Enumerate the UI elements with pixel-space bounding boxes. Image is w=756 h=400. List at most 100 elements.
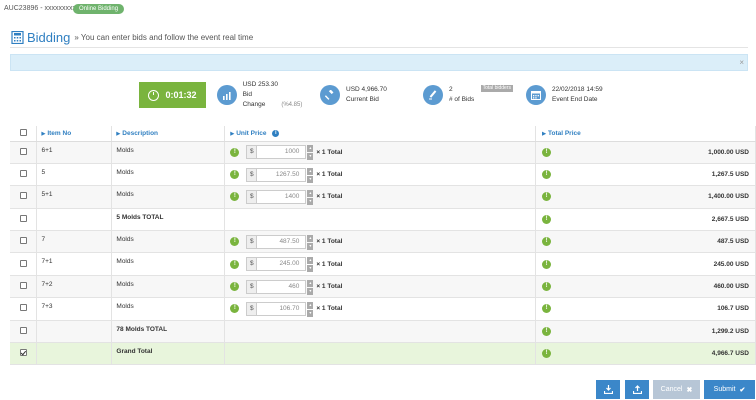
description: Molds xyxy=(111,297,226,321)
row-checkbox[interactable] xyxy=(19,147,27,155)
status-icon: ! xyxy=(230,192,240,202)
sort-icon: ▶ xyxy=(230,130,235,137)
col-total-price[interactable]: ▶ Total Price xyxy=(535,126,756,142)
select-all-cell xyxy=(10,126,38,142)
status-icon: ! xyxy=(542,170,552,180)
total-price: 1,267.5 USD xyxy=(711,171,749,179)
grand-total-row: Grand Total ! 4,966.7 USD xyxy=(10,342,756,366)
countdown-timer: 0:01:32 xyxy=(139,82,206,108)
row-checkbox[interactable] xyxy=(19,237,27,245)
sort-icon: ▶ xyxy=(116,130,121,137)
col-unit-price[interactable]: ▶ Unit Price i xyxy=(224,126,537,142)
page-title: Bidding » You can enter bids and follow … xyxy=(11,27,253,47)
description: Molds xyxy=(111,141,226,164)
currency-addon: $ xyxy=(246,234,258,249)
price-stepper[interactable]: ▲ ▼ xyxy=(307,145,314,161)
subtotal-row: 78 Molds TOTAL ! 1,299.2 USD xyxy=(10,320,756,344)
quantity-label: × 1 Total xyxy=(316,238,343,246)
calendar-icon xyxy=(526,85,546,105)
gavel-icon xyxy=(320,85,340,105)
quantity-label: × 1 Total xyxy=(316,148,343,156)
currency-addon: $ xyxy=(246,189,258,204)
page-title-text: Bidding xyxy=(27,29,71,45)
bid-change-label: Bid Change xyxy=(242,91,266,108)
table-row: 7+3 Molds ! $106.70 ▲ ▼ × 1 Total ! 106.7 USD xyxy=(10,297,756,321)
item-no xyxy=(36,320,113,344)
auction-id: AUC23896 - xxxxxxxxxxx xyxy=(4,5,83,12)
submit-button[interactable]: Submit ✔ xyxy=(704,380,755,399)
online-bidding-badge: Online Bidding xyxy=(73,4,125,14)
price-stepper[interactable]: ▲ ▼ xyxy=(307,189,314,205)
divider xyxy=(10,47,748,48)
description: Molds xyxy=(111,252,226,276)
unit-price-input[interactable]: 487.50 xyxy=(257,234,307,249)
row-checkbox[interactable] xyxy=(19,214,27,222)
price-stepper[interactable]: ▲ ▼ xyxy=(307,301,314,317)
row-checkbox[interactable] xyxy=(19,192,27,200)
table-row: 6+1 Molds ! $1000 ▲ ▼ × 1 Total ! 1,000.00 US… xyxy=(10,141,756,164)
subtotal-row: 5 Molds TOTAL ! 2,667.5 USD xyxy=(10,208,756,232)
subtotal-price: 2,667.5 USD xyxy=(711,215,749,223)
row-checkbox[interactable] xyxy=(19,170,27,178)
info-icon[interactable]: i xyxy=(272,129,280,137)
item-no xyxy=(36,342,113,366)
row-checkbox[interactable] xyxy=(19,304,27,312)
info-bar: × xyxy=(10,54,748,71)
unit-price-input[interactable]: 106.70 xyxy=(257,301,307,316)
row-checkbox[interactable] xyxy=(19,259,27,267)
close-icon[interactable]: × xyxy=(739,58,744,67)
price-stepper[interactable]: ▲ ▼ xyxy=(307,279,314,295)
subtotal-label: 5 Molds TOTAL xyxy=(111,208,226,232)
total-bidders-tag: Total bidders xyxy=(480,85,513,92)
clock-icon xyxy=(148,89,160,101)
select-all-checkbox[interactable] xyxy=(19,128,27,136)
stat-bids: 2 Total bidders # of Bids xyxy=(418,80,518,110)
total-price: 487.5 USD xyxy=(717,238,749,246)
status-icon: ! xyxy=(542,282,552,292)
unit-price-input[interactable]: 460 xyxy=(257,279,307,294)
current-bid-label: Current Bid xyxy=(346,96,379,103)
status-icon: ! xyxy=(542,259,552,269)
upload-button[interactable] xyxy=(625,380,649,399)
status-icon: ! xyxy=(542,349,552,359)
price-stepper[interactable]: ▲ ▼ xyxy=(307,257,314,273)
price-stepper[interactable]: ▲ ▼ xyxy=(307,167,314,183)
status-icon: ! xyxy=(230,304,240,314)
description: Molds xyxy=(111,185,226,209)
subtotal-price: 1,299.2 USD xyxy=(711,327,749,335)
row-checkbox[interactable] xyxy=(19,282,27,290)
status-icon: ! xyxy=(542,214,552,224)
unit-price-input[interactable]: 245.00 xyxy=(257,257,307,272)
unit-price-input[interactable]: 1400 xyxy=(257,189,307,204)
page-subtitle: » You can enter bids and follow the even… xyxy=(74,32,254,42)
item-no xyxy=(36,208,113,232)
status-icon: ! xyxy=(230,147,240,157)
row-checkbox[interactable] xyxy=(19,349,27,357)
cancel-button[interactable]: Cancel ✖ xyxy=(653,380,700,399)
currency-addon: $ xyxy=(246,167,258,182)
table-row: 7+2 Molds ! $460 ▲ ▼ × 1 Total ! 460.00 USD xyxy=(10,275,756,299)
currency-addon: $ xyxy=(246,279,258,294)
bids-value: 2 xyxy=(449,86,453,93)
quantity-label: × 1 Total xyxy=(316,283,343,291)
col-item-no[interactable]: ▶ Item No xyxy=(36,126,113,142)
status-icon: ! xyxy=(542,147,552,157)
table-row: 5 Molds ! $1267.50 ▲ ▼ × 1 Total ! 1,267.5 US… xyxy=(10,163,756,187)
upload-icon xyxy=(632,385,642,394)
currency-addon: $ xyxy=(246,145,258,160)
end-date-value: 22/02/2018 14:59 xyxy=(552,86,603,93)
col-description[interactable]: ▶ Description xyxy=(111,126,226,142)
bid-change-value: USD 253.30 xyxy=(242,81,278,88)
total-price: 460.00 USD xyxy=(713,283,749,291)
description: Molds xyxy=(111,230,226,254)
table-row: 7 Molds ! $487.50 ▲ ▼ × 1 Total ! 487.5 USD xyxy=(10,230,756,254)
row-checkbox[interactable] xyxy=(19,326,27,334)
download-button[interactable] xyxy=(596,380,620,399)
check-icon: ✔ xyxy=(739,386,746,394)
price-stepper[interactable]: ▲ ▼ xyxy=(307,234,314,250)
close-icon: ✖ xyxy=(686,386,693,394)
item-no: 7 xyxy=(36,230,113,254)
unit-price-input[interactable]: 1267.50 xyxy=(257,167,307,182)
unit-price-input[interactable]: 1000 xyxy=(257,145,307,160)
table-header: ▶ Item No ▶ Description ▶ Unit Price i ▶ Tot… xyxy=(10,126,756,142)
